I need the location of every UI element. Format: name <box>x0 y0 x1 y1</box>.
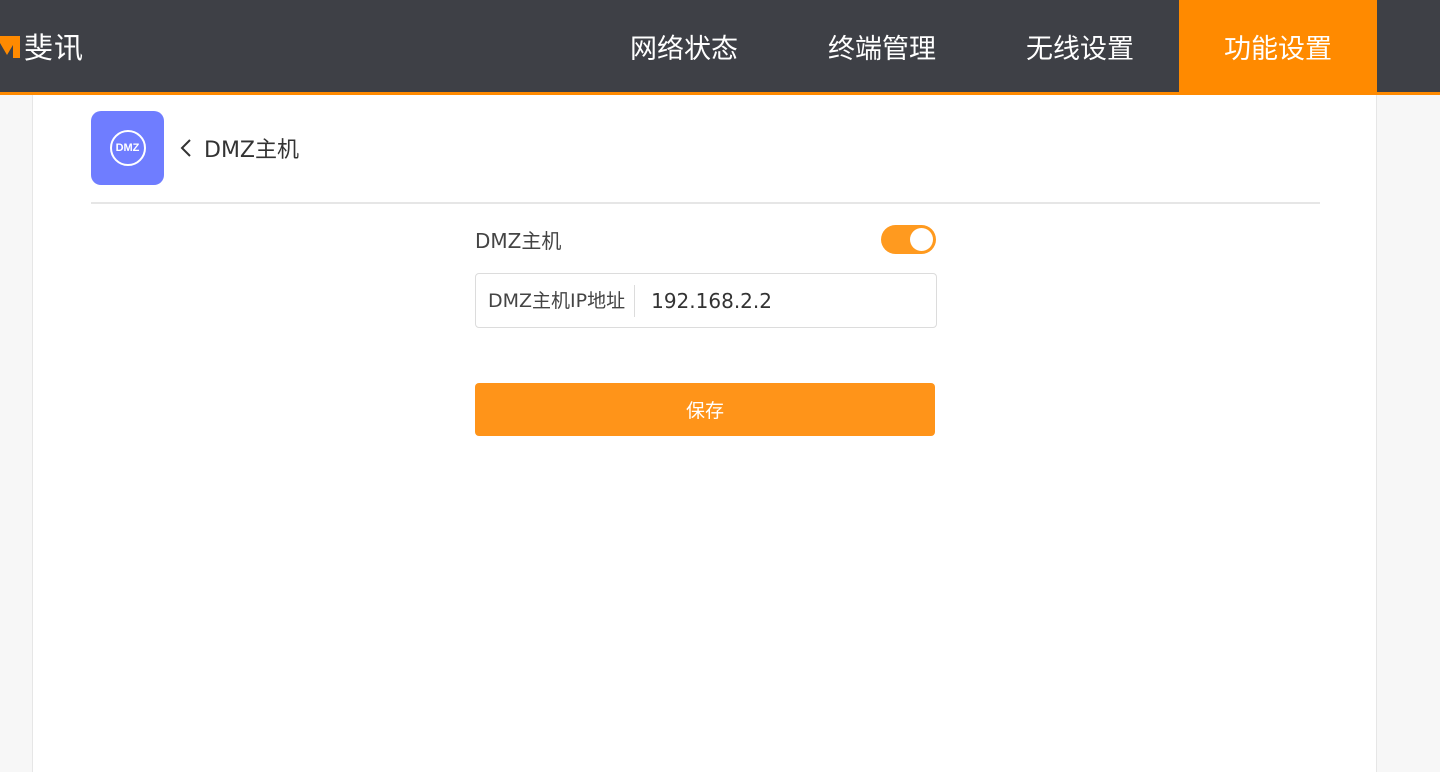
back-button[interactable]: DMZ主机 <box>180 132 299 164</box>
brand-name: 斐讯 <box>24 31 85 65</box>
nav-item-wireless-settings[interactable]: 无线设置 <box>981 0 1179 92</box>
brand-logo[interactable]: 斐讯 <box>0 0 84 92</box>
nav-item-device-management[interactable]: 终端管理 <box>783 0 981 92</box>
dmz-toggle-row: DMZ主机 <box>475 219 936 259</box>
main-nav: 网络状态 终端管理 无线设置 功能设置 <box>585 0 1377 92</box>
save-button[interactable]: 保存 <box>475 383 935 436</box>
content-panel: DMZ DMZ主机 DMZ主机 DMZ主机IP地址 保存 <box>32 95 1377 772</box>
dmz-ip-field: DMZ主机IP地址 <box>475 273 937 328</box>
brand-logo-icon <box>0 36 20 58</box>
dmz-ip-input[interactable] <box>651 288 902 313</box>
header-divider <box>91 202 1320 204</box>
dmz-badge: DMZ <box>109 130 146 166</box>
dmz-page-icon: DMZ <box>91 111 164 185</box>
chevron-left-icon <box>180 139 191 157</box>
dmz-toggle-switch[interactable] <box>881 224 936 254</box>
toggle-knob <box>910 227 933 251</box>
dmz-form: DMZ主机 DMZ主机IP地址 保存 <box>475 219 937 436</box>
page-title: DMZ主机 <box>204 138 299 163</box>
dmz-ip-label: DMZ主机IP地址 <box>476 284 636 317</box>
top-navigation-bar: 斐讯 网络状态 终端管理 无线设置 功能设置 <box>0 0 1440 92</box>
page-header: DMZ DMZ主机 <box>91 111 299 185</box>
nav-item-feature-settings[interactable]: 功能设置 <box>1179 0 1377 92</box>
nav-item-network-status[interactable]: 网络状态 <box>585 0 783 92</box>
dmz-toggle-label: DMZ主机 <box>475 228 562 253</box>
